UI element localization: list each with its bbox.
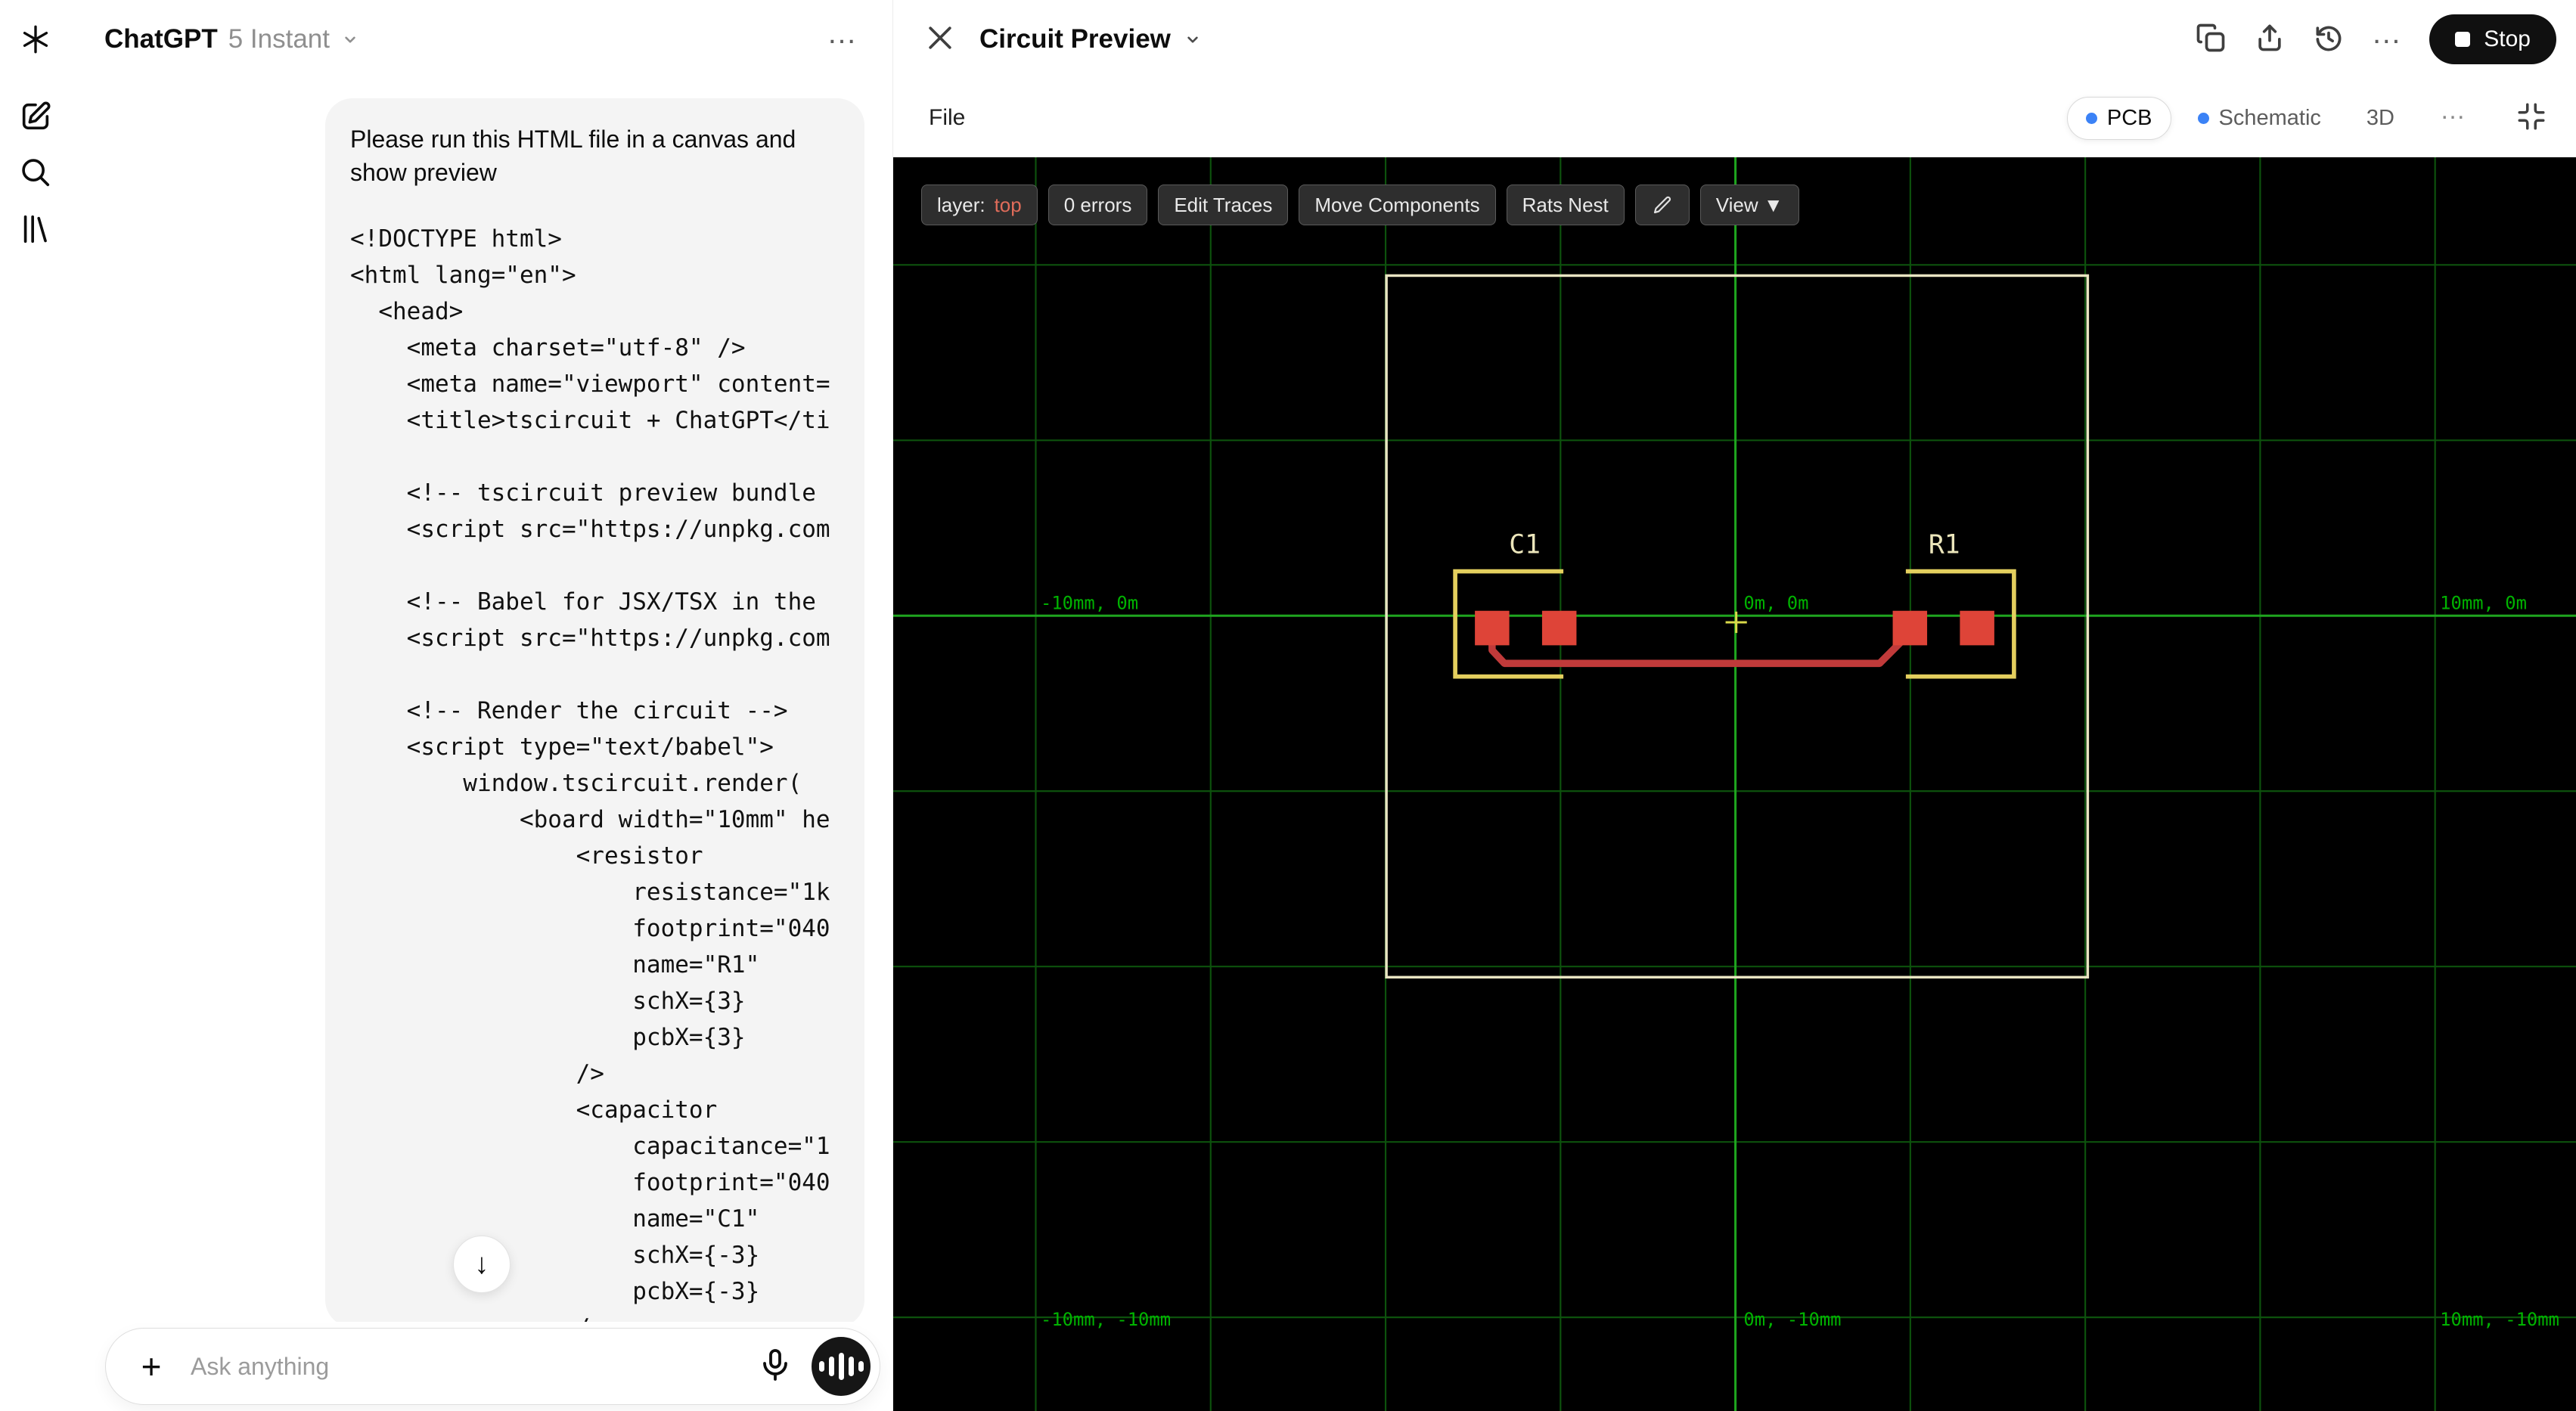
app-title: ChatGPT xyxy=(104,24,218,54)
search-icon[interactable] xyxy=(16,153,55,192)
new-chat-icon[interactable] xyxy=(16,97,55,136)
voice-mode-button[interactable] xyxy=(812,1337,871,1396)
view-tab-3d[interactable]: 3D xyxy=(2348,97,2413,140)
history-button[interactable] xyxy=(2312,21,2345,58)
copy-button[interactable] xyxy=(2194,21,2227,58)
pcb-dot-icon xyxy=(2085,112,2097,124)
chat-options-button[interactable]: … xyxy=(827,18,859,54)
move-components-button[interactable]: Move Components xyxy=(1299,185,1496,225)
file-menu[interactable]: File xyxy=(929,105,965,131)
history-icon xyxy=(2316,26,2342,51)
user-message-bubble: Please run this HTML file in a canvas an… xyxy=(325,98,864,1327)
schematic-dot-icon xyxy=(2197,112,2209,124)
share-button[interactable] xyxy=(2253,21,2286,58)
canvas-options-button[interactable]: … xyxy=(2371,18,2404,54)
microphone-icon[interactable] xyxy=(757,1347,793,1387)
canvas-title-dropdown[interactable]: Circuit Preview xyxy=(979,24,1203,54)
component-c1[interactable]: C1 xyxy=(1453,530,1577,679)
model-selector[interactable]: ChatGPT 5 Instant xyxy=(104,24,360,54)
composer-area: + xyxy=(71,1322,892,1411)
attach-button[interactable]: + xyxy=(130,1349,172,1384)
pad xyxy=(1960,610,1994,646)
app-root: ChatGPT 5 Instant … Please run this HTML… xyxy=(0,0,2576,1411)
pcb-toolbar: layer: top 0 errors Edit Traces Move Com… xyxy=(921,185,1799,225)
canvas-header: Circuit Preview … Stop xyxy=(893,0,2576,79)
pad xyxy=(1892,610,1928,646)
axis-lines xyxy=(893,157,2576,1411)
pcb-canvas[interactable]: C1 R1 -10mm, 0m 0m, 0m 10mm, 0m -10mm, -… xyxy=(893,157,2576,1411)
ellipsis-icon: … xyxy=(827,17,859,50)
stop-button[interactable]: Stop xyxy=(2429,14,2556,64)
close-canvas-button[interactable] xyxy=(923,21,957,58)
user-message-text: Please run this HTML file in a canvas an… xyxy=(350,126,796,186)
chevron-down-icon xyxy=(345,36,355,43)
canvas-toolbar-row: File PCB Schematic 3D … xyxy=(893,79,2576,157)
view-tab-schematic[interactable]: Schematic xyxy=(2179,97,2340,140)
close-icon xyxy=(929,26,951,49)
canvas-panel: Circuit Preview … Stop File PCB Schemati… xyxy=(892,0,2576,1411)
library-icon[interactable] xyxy=(16,209,55,248)
share-icon xyxy=(2258,24,2281,51)
scroll-to-bottom-button[interactable]: ↓ xyxy=(453,1236,511,1293)
pad xyxy=(1541,610,1577,646)
arrow-down-icon: ↓ xyxy=(474,1248,489,1280)
component-label-r1: R1 xyxy=(1929,530,1960,560)
pencil-tool-button[interactable] xyxy=(1634,185,1690,225)
component-label-c1: C1 xyxy=(1509,530,1541,560)
pad xyxy=(1475,610,1510,646)
grid-label-bottom-center: 0m, -10mm xyxy=(1743,1309,1841,1330)
canvas-header-actions: … Stop xyxy=(2194,14,2556,64)
waveform-icon xyxy=(818,1361,824,1372)
ellipsis-icon: … xyxy=(2371,17,2404,50)
grid-label-bottom-right: 10mm, -10mm xyxy=(2440,1309,2559,1330)
chat-panel: ChatGPT 5 Instant … Please run this HTML… xyxy=(71,0,892,1411)
layer-selector[interactable]: layer: top xyxy=(921,185,1038,225)
pcb-viewport[interactable]: C1 R1 -10mm, 0m 0m, 0m 10mm, 0m -10mm, -… xyxy=(893,157,2576,1411)
view-tab-pcb[interactable]: PCB xyxy=(2066,96,2171,140)
canvas-title: Circuit Preview xyxy=(979,24,1171,54)
grid-label-mid-left: -10mm, 0m xyxy=(1041,593,1138,614)
plus-icon: + xyxy=(141,1347,162,1386)
grid-label-origin: 0m, 0m xyxy=(1743,593,1808,614)
view-switcher: PCB Schematic 3D … xyxy=(2066,96,2547,140)
view-dropdown-button[interactable]: View ▼ xyxy=(1699,185,1799,225)
grid-label-bottom-left: -10mm, -10mm xyxy=(1041,1309,1171,1330)
model-name: 5 Instant xyxy=(228,24,330,54)
stop-icon xyxy=(2455,32,2471,47)
sidebar-rail xyxy=(0,0,71,1411)
chevron-down-icon xyxy=(1187,36,1198,43)
chat-header: ChatGPT 5 Instant … xyxy=(71,0,892,79)
pencil-icon xyxy=(1653,196,1671,214)
edit-traces-button[interactable]: Edit Traces xyxy=(1158,185,1289,225)
grid-label-mid-right: 10mm, 0m xyxy=(2440,593,2527,614)
view-options-button[interactable]: … xyxy=(2421,96,2487,140)
chatgpt-logo-icon[interactable] xyxy=(16,20,55,59)
fullscreen-toggle-icon[interactable] xyxy=(2515,101,2547,136)
copy-icon xyxy=(2196,23,2225,51)
message-input[interactable] xyxy=(191,1352,739,1381)
ellipsis-icon: … xyxy=(2440,96,2468,125)
rats-nest-button[interactable]: Rats Nest xyxy=(1506,185,1625,225)
errors-button[interactable]: 0 errors xyxy=(1047,185,1148,225)
composer[interactable]: + xyxy=(105,1328,880,1405)
user-message-code: <!DOCTYPE html> <html lang="en"> <head> … xyxy=(350,225,830,1327)
